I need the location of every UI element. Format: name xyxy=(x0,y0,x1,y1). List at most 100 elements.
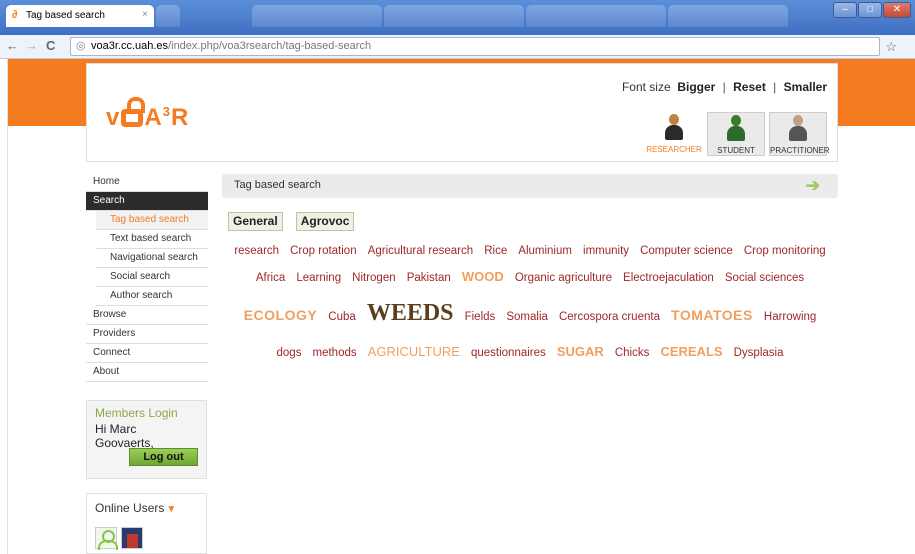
tag-link[interactable]: Crop monitoring xyxy=(744,238,826,264)
address-bar: ← → C ◎ voa3r.cc.uah.es/index.php/voa3rs… xyxy=(0,35,915,59)
tag-link[interactable]: dogs xyxy=(277,340,302,366)
reload-icon[interactable]: C xyxy=(46,39,55,53)
font-reset-link[interactable]: Reset xyxy=(733,80,766,94)
font-bigger-link[interactable]: Bigger xyxy=(677,80,715,94)
role-label: STUDENT xyxy=(717,146,755,155)
tag-link[interactable]: Aluminium xyxy=(518,238,572,264)
window-controls: – □ ✕ xyxy=(833,2,911,18)
role-researcher[interactable]: RESEARCHER xyxy=(645,112,703,156)
browser-titlebar: ∂ Tag based search × – □ ✕ xyxy=(0,0,915,35)
sidebar-item-about[interactable]: About xyxy=(86,363,208,382)
font-size-controls: Font size Bigger | Reset | Smaller xyxy=(621,80,827,94)
tag-link[interactable]: Agricultural research xyxy=(368,238,473,264)
tag-link[interactable]: ECOLOGY xyxy=(244,293,318,337)
tag-link[interactable]: Harrowing xyxy=(764,295,816,339)
new-tab-button[interactable] xyxy=(156,5,180,27)
tag-link[interactable]: methods xyxy=(313,340,357,366)
tag-link[interactable]: Fields xyxy=(465,295,496,339)
sidebar-item-navigational-search[interactable]: Navigational search xyxy=(96,249,208,268)
tag-link[interactable]: CEREALS xyxy=(660,339,722,365)
window-close-icon[interactable]: ✕ xyxy=(883,2,911,18)
font-smaller-link[interactable]: Smaller xyxy=(784,80,827,94)
tab-general[interactable]: General xyxy=(228,212,283,231)
tag-link[interactable]: Somalia xyxy=(506,295,548,339)
minimize-icon[interactable]: – xyxy=(833,2,857,18)
tag-link[interactable]: WOOD xyxy=(462,264,504,290)
login-title: Members Login xyxy=(95,406,178,420)
tag-link[interactable]: immunity xyxy=(583,238,629,264)
lock-icon xyxy=(121,97,146,127)
role-practitioner[interactable]: PRACTITIONER xyxy=(769,112,830,156)
tab-agrovoc[interactable]: Agrovoc xyxy=(295,212,355,231)
avatar[interactable] xyxy=(95,527,118,550)
arrow-right-icon: ➔ xyxy=(805,176,820,195)
sidebar-item-tag-based-search[interactable]: Tag based search xyxy=(96,211,208,230)
tag-link[interactable]: Africa xyxy=(256,265,285,291)
sidebar-item-connect[interactable]: Connect xyxy=(86,344,208,363)
tag-link[interactable]: Pakistan xyxy=(407,265,451,291)
vocabulary-tabs: General Agrovoc xyxy=(228,212,355,231)
browser-tab[interactable] xyxy=(526,5,666,27)
url-input[interactable]: ◎ voa3r.cc.uah.es/index.php/voa3rsearch/… xyxy=(70,37,880,56)
researcher-icon xyxy=(663,114,685,140)
role-selector: RESEARCHER STUDENT PRACTITIONER xyxy=(645,112,830,156)
online-users-title[interactable]: Online Users ▼ xyxy=(95,501,198,515)
caret-down-icon: ▼ xyxy=(166,504,177,515)
tag-link[interactable]: WEEDS xyxy=(367,291,454,335)
back-arrow-icon[interactable]: ← xyxy=(6,39,19,53)
tag-link[interactable]: Computer science xyxy=(640,238,733,264)
sidebar-item-home[interactable]: Home xyxy=(86,173,208,192)
tab-title: Tag based search xyxy=(26,10,105,21)
maximize-icon[interactable]: □ xyxy=(858,2,882,18)
members-login-box: Members Login Hi Marc Goovaerts, Log out xyxy=(86,400,207,479)
voa3r-logo[interactable]: v A3R xyxy=(106,97,189,132)
tag-link[interactable]: Rice xyxy=(484,238,507,264)
tag-link[interactable]: Organic agriculture xyxy=(515,265,612,291)
tag-link[interactable]: SUGAR xyxy=(557,339,604,365)
url-path: /index.php/voa3rsearch/tag-based-search xyxy=(168,40,372,52)
tag-link[interactable]: Crop rotation xyxy=(290,238,356,264)
role-student[interactable]: STUDENT xyxy=(707,112,765,156)
sidebar-item-browse[interactable]: Browse xyxy=(86,306,208,325)
tag-link[interactable]: Nitrogen xyxy=(352,265,395,291)
sidebar-item-social-search[interactable]: Social search xyxy=(96,268,208,287)
tag-link[interactable]: Learning xyxy=(296,265,341,291)
tag-link[interactable]: AGRICULTURE xyxy=(368,339,460,365)
tag-line: Africa Learning Nitrogen Pakistan WOOD O… xyxy=(222,264,838,291)
sidebar-item-providers[interactable]: Providers xyxy=(86,325,208,344)
tag-cloud: research Crop rotation Agricultural rese… xyxy=(222,238,838,366)
tag-link[interactable]: Cercospora cruenta xyxy=(559,295,660,339)
tag-link[interactable]: Chicks xyxy=(615,340,650,366)
tag-line: ECOLOGY Cuba WEEDS Fields Somalia Cercos… xyxy=(222,291,838,339)
sidebar-item-search[interactable]: Search xyxy=(86,192,208,211)
tag-link[interactable]: Electroejaculation xyxy=(623,265,714,291)
student-icon xyxy=(725,115,747,141)
close-tab-icon[interactable]: × xyxy=(142,9,148,20)
tag-link[interactable]: TOMATOES xyxy=(671,293,753,337)
tag-line: research Crop rotation Agricultural rese… xyxy=(222,238,838,264)
tag-link[interactable]: Dysplasia xyxy=(734,340,784,366)
tag-link[interactable]: Social sciences xyxy=(725,265,804,291)
practitioner-icon xyxy=(787,115,809,141)
avatar[interactable] xyxy=(121,527,143,549)
online-users-avatars xyxy=(95,527,143,550)
globe-icon: ◎ xyxy=(76,40,86,52)
tag-link[interactable]: Cuba xyxy=(328,295,356,339)
tag-link[interactable]: questionnaires xyxy=(471,340,546,366)
browser-tab-active[interactable]: ∂ Tag based search × xyxy=(6,5,154,27)
sidebar-item-text-based-search[interactable]: Text based search xyxy=(96,230,208,249)
site-header: v A3R Font size Bigger | Reset | Smaller … xyxy=(86,63,838,162)
logout-button[interactable]: Log out xyxy=(129,448,198,466)
role-label: PRACTITIONER xyxy=(770,146,830,155)
forward-arrow-icon[interactable]: → xyxy=(25,39,38,53)
tag-link[interactable]: research xyxy=(234,238,279,264)
browser-tab[interactable] xyxy=(384,5,524,27)
browser-tab[interactable] xyxy=(668,5,788,27)
font-size-label: Font size xyxy=(621,80,671,94)
content-title-bar: Tag based search ➔ xyxy=(222,174,838,198)
login-greeting: Hi Marc Goovaerts, xyxy=(95,422,154,450)
online-users-box: Online Users ▼ xyxy=(86,493,207,554)
bookmark-star-icon[interactable]: ☆ xyxy=(885,39,897,55)
sidebar-item-author-search[interactable]: Author search xyxy=(96,287,208,306)
browser-tab[interactable] xyxy=(252,5,382,27)
